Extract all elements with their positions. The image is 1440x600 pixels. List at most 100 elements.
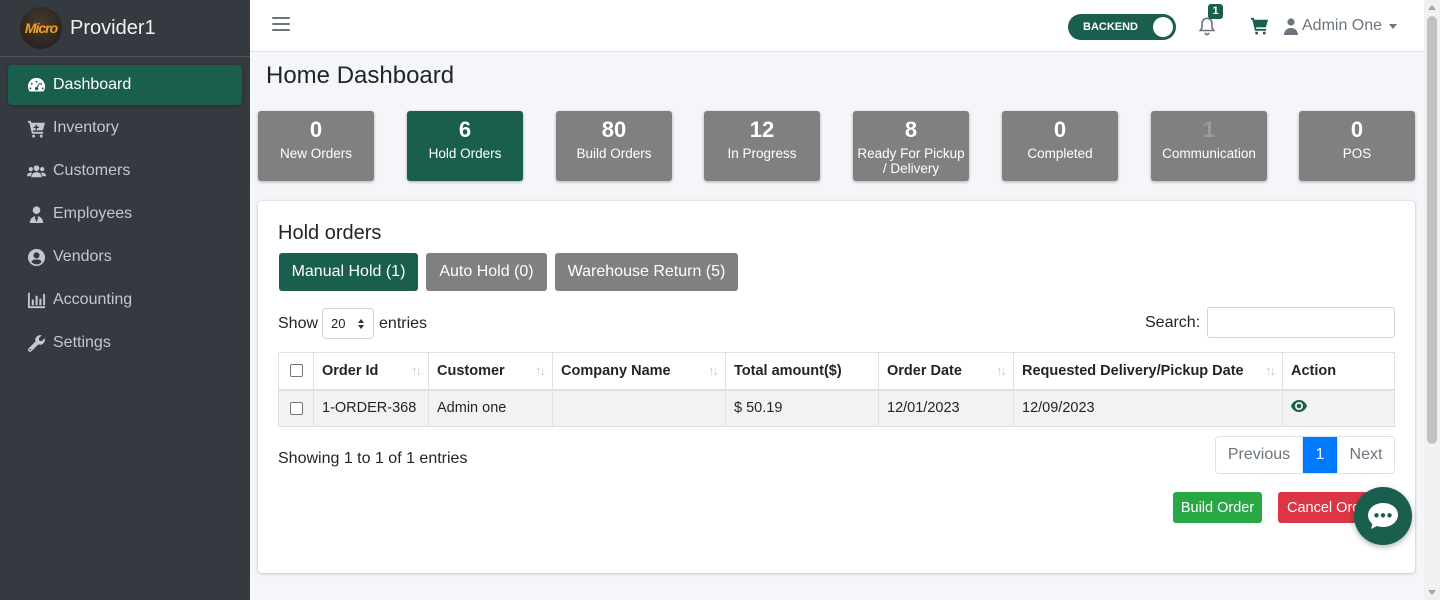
select-arrows-icon — [358, 319, 365, 329]
entries-select[interactable]: 20 — [322, 308, 375, 339]
cart-icon[interactable] — [1250, 16, 1270, 36]
eye-icon[interactable] — [1291, 400, 1307, 416]
sidebar-item-label: Customers — [53, 162, 131, 179]
notification-badge: 1 — [1208, 4, 1223, 19]
column-header-action: Action — [1282, 352, 1395, 391]
hold-orders-card: Hold orders Manual Hold (1) Auto Hold (0… — [258, 201, 1415, 573]
pagination: Previous 1 Next — [1215, 436, 1395, 474]
tab-manual-hold[interactable]: Manual Hold (1) — [279, 253, 418, 291]
sidebar-item-label: Vendors — [53, 248, 112, 265]
table-info: Showing 1 to 1 of 1 entries — [278, 450, 468, 467]
row-select-cell — [278, 389, 314, 427]
tab-warehouse-return[interactable]: Warehouse Return (5) — [555, 253, 738, 291]
row-checkbox[interactable] — [289, 401, 303, 415]
scroll-down-arrow-icon[interactable] — [1428, 590, 1436, 595]
brand-logo-text: Micro — [24, 20, 58, 36]
user-menu[interactable]: Admin One — [1284, 15, 1398, 37]
sidebar-item-settings[interactable]: Settings — [8, 323, 242, 363]
sidebar-item-customers[interactable]: Customers — [8, 151, 242, 191]
stat-card-completed[interactable]: 0 Completed — [1002, 111, 1118, 181]
brand-name: Provider1 — [70, 16, 156, 39]
column-header-label: Customer — [437, 362, 505, 379]
column-header-requested-date[interactable]: Requested Delivery/Pickup Date ↑↓ — [1013, 352, 1283, 391]
table-header-row: Order Id ↑↓ Customer ↑↓ Company Name ↑↓ Tot… — [278, 352, 1395, 391]
entries-label: entries — [379, 314, 428, 332]
chat-button[interactable] — [1354, 487, 1412, 545]
sidebar-item-label: Settings — [53, 334, 111, 351]
pagination-next[interactable]: Next — [1337, 437, 1394, 473]
sidebar-nav: Dashboard Inventory Customers Employees … — [0, 57, 250, 374]
column-header-order-id[interactable]: Order Id ↑↓ — [313, 352, 429, 391]
toggle-knob — [1153, 17, 1173, 37]
stat-card-in-progress[interactable]: 12 In Progress — [704, 111, 820, 181]
sidebar-item-accounting[interactable]: Accounting — [8, 280, 242, 320]
cart-plus-icon — [26, 118, 46, 138]
column-header-company-name[interactable]: Company Name ↑↓ — [552, 352, 726, 391]
stat-value: 0 — [1053, 117, 1067, 142]
entries-select-value: 20 — [331, 316, 346, 331]
pagination-page-1[interactable]: 1 — [1303, 437, 1337, 473]
sidebar-item-label: Employees — [53, 205, 133, 222]
sort-icon: ↑↓ — [411, 363, 422, 378]
sidebar-item-vendors[interactable]: Vendors — [8, 237, 242, 277]
cell-company — [552, 389, 726, 427]
stat-card-communication[interactable]: 1 Communication — [1151, 111, 1267, 181]
page-scrollbar[interactable] — [1424, 0, 1440, 600]
brand[interactable]: Micro Provider1 — [0, 0, 250, 57]
hamburger-menu-icon[interactable] — [272, 17, 290, 35]
cell-customer: Admin one — [428, 389, 553, 427]
hold-orders-title: Hold orders — [278, 222, 382, 244]
stat-label: In Progress — [727, 146, 797, 161]
build-order-button[interactable]: Build Order — [1173, 492, 1262, 523]
bell-icon[interactable] — [1198, 16, 1218, 36]
sidebar-item-inventory[interactable]: Inventory — [8, 108, 242, 148]
stat-card-pos[interactable]: 0 POS — [1299, 111, 1415, 181]
stat-card-build-orders[interactable]: 80 Build Orders — [556, 111, 672, 181]
stat-card-new-orders[interactable]: 0 New Orders — [258, 111, 374, 181]
bar-chart-icon — [26, 290, 46, 310]
entries-length-control: Show 20 entries — [278, 308, 427, 339]
column-header-order-date[interactable]: Order Date ↑↓ — [878, 352, 1014, 391]
select-all-checkbox[interactable] — [289, 364, 303, 378]
backend-toggle[interactable]: BACKEND — [1068, 14, 1176, 40]
sort-icon: ↑↓ — [708, 363, 719, 378]
dashboard-gauge-icon — [26, 75, 46, 95]
column-header-customer[interactable]: Customer ↑↓ — [428, 352, 553, 391]
stat-card-ready-for-pickup[interactable]: 8 Ready For Pickup / Delivery — [853, 111, 969, 181]
sidebar-item-employees[interactable]: Employees — [8, 194, 242, 234]
stat-card-hold-orders[interactable]: 6 Hold Orders — [407, 111, 523, 181]
stat-label: Build Orders — [576, 146, 652, 161]
sort-icon: ↑↓ — [996, 363, 1007, 378]
stat-value: 1 — [1202, 117, 1216, 142]
tab-auto-hold[interactable]: Auto Hold (0) — [426, 253, 547, 291]
caret-down-icon — [1389, 23, 1398, 29]
brand-logo: Micro — [20, 7, 62, 49]
stat-value: 8 — [904, 117, 918, 142]
show-label: Show — [278, 314, 319, 332]
scroll-up-arrow-icon[interactable] — [1428, 5, 1436, 10]
scrollbar-thumb[interactable] — [1427, 16, 1437, 444]
user-tie-icon — [26, 204, 46, 224]
users-icon — [26, 161, 46, 181]
stat-value: 0 — [309, 117, 323, 142]
cell-order-date: 12/01/2023 — [878, 389, 1014, 427]
column-header-total-amount[interactable]: Total amount($) — [725, 352, 879, 391]
sort-icon: ↑↓ — [1265, 363, 1276, 378]
search-label: Search: — [1145, 314, 1201, 331]
stat-value: 80 — [601, 117, 627, 142]
column-header-label: Total amount($) — [734, 362, 842, 379]
sidebar-item-label: Dashboard — [53, 76, 132, 93]
user-icon — [1284, 17, 1298, 35]
search-input[interactable] — [1207, 307, 1395, 338]
sidebar-item-label: Inventory — [53, 119, 119, 136]
user-circle-icon — [26, 247, 46, 267]
cell-action — [1282, 389, 1395, 427]
stat-label: POS — [1342, 146, 1372, 161]
stat-value: 6 — [458, 117, 472, 142]
column-header-label: Requested Delivery/Pickup Date — [1022, 362, 1244, 379]
pagination-previous[interactable]: Previous — [1216, 437, 1303, 473]
sidebar-item-dashboard[interactable]: Dashboard — [8, 65, 242, 105]
sidebar: Micro Provider1 Dashboard Inventory Cust… — [0, 0, 250, 600]
user-name: Admin One — [1302, 17, 1383, 34]
hold-orders-table: Order Id ↑↓ Customer ↑↓ Company Name ↑↓ Tot… — [278, 352, 1395, 427]
